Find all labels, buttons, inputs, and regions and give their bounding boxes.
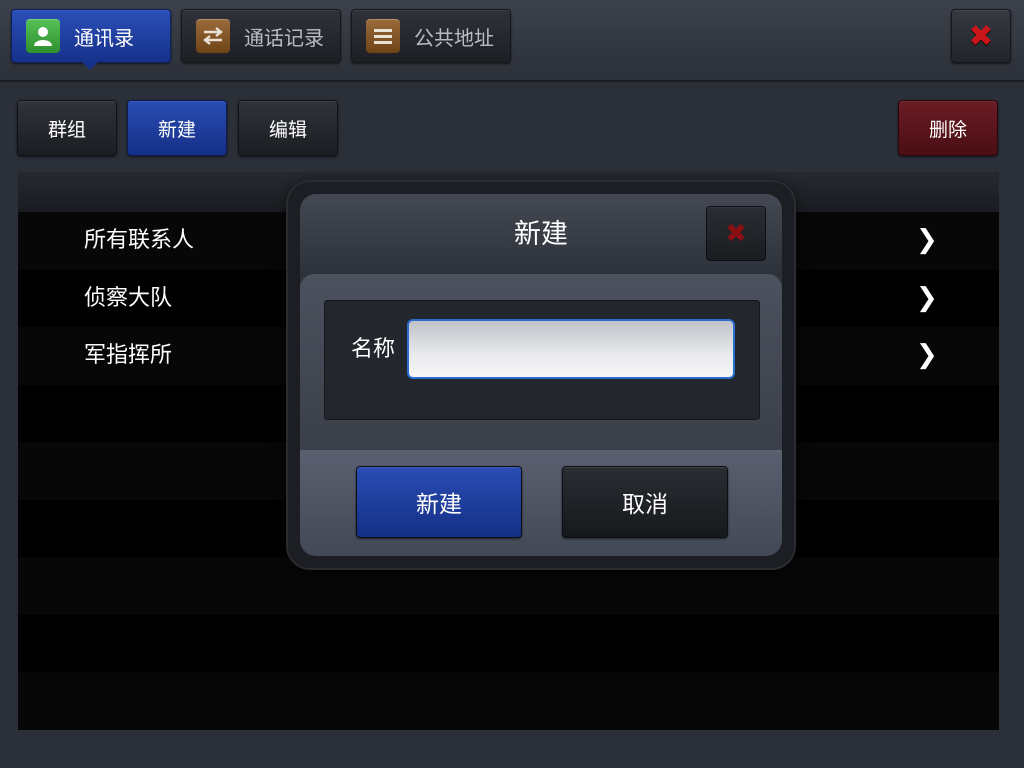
tab-call-log-label: 通话记录: [244, 25, 324, 50]
active-tab-pointer: [82, 62, 98, 70]
contact-person-icon: [26, 19, 60, 53]
tab-public-address[interactable]: 公共地址: [351, 9, 511, 63]
list-item-label: 所有联系人: [84, 228, 195, 253]
edit-button[interactable]: 编辑: [238, 100, 338, 156]
close-icon: ✖: [968, 18, 994, 54]
dialog-footer: 新建 取消: [300, 450, 782, 556]
name-field-panel: 名称: [324, 300, 760, 420]
dialog-body: 名称: [300, 274, 782, 450]
list-menu-icon: [366, 19, 400, 53]
tab-contacts-label: 通讯录: [74, 25, 134, 50]
chevron-right-icon: ❯: [916, 225, 938, 255]
edit-button-label: 编辑: [268, 118, 307, 141]
confirm-new-button-label: 新建: [416, 492, 462, 518]
tab-call-log[interactable]: 通话记录: [181, 9, 341, 63]
top-bar: 通讯录 通话记录 公共地址 ✖: [0, 0, 1024, 82]
delete-button-label: 删除: [928, 118, 967, 141]
new-button[interactable]: 新建: [127, 100, 227, 156]
empty-row: [18, 672, 999, 730]
new-button-label: 新建: [157, 118, 196, 141]
group-button-label: 群组: [47, 118, 86, 141]
tab-public-address-label: 公共地址: [414, 25, 494, 50]
swap-arrows-icon: [196, 19, 230, 53]
bottom-strip: [0, 730, 1024, 768]
name-input[interactable]: [407, 319, 735, 379]
group-button[interactable]: 群组: [17, 100, 117, 156]
new-group-dialog: 新建 ✖ 名称 新建 取消: [300, 194, 782, 556]
confirm-new-button[interactable]: 新建: [356, 466, 522, 538]
close-icon: ✖: [725, 218, 747, 249]
empty-row: [18, 614, 999, 672]
delete-button[interactable]: 删除: [898, 100, 998, 156]
chevron-right-icon: ❯: [916, 282, 938, 313]
cancel-button[interactable]: 取消: [562, 466, 728, 538]
chevron-right-icon: ❯: [916, 340, 938, 370]
cancel-button-label: 取消: [622, 492, 668, 518]
list-item-label: 军指挥所: [84, 343, 173, 368]
dialog-close-button[interactable]: ✖: [706, 206, 766, 261]
name-field-label: 名称: [351, 337, 396, 362]
close-button[interactable]: ✖: [951, 9, 1011, 63]
tab-contacts[interactable]: 通讯录: [11, 9, 171, 63]
list-item-label: 侦察大队: [84, 285, 173, 311]
